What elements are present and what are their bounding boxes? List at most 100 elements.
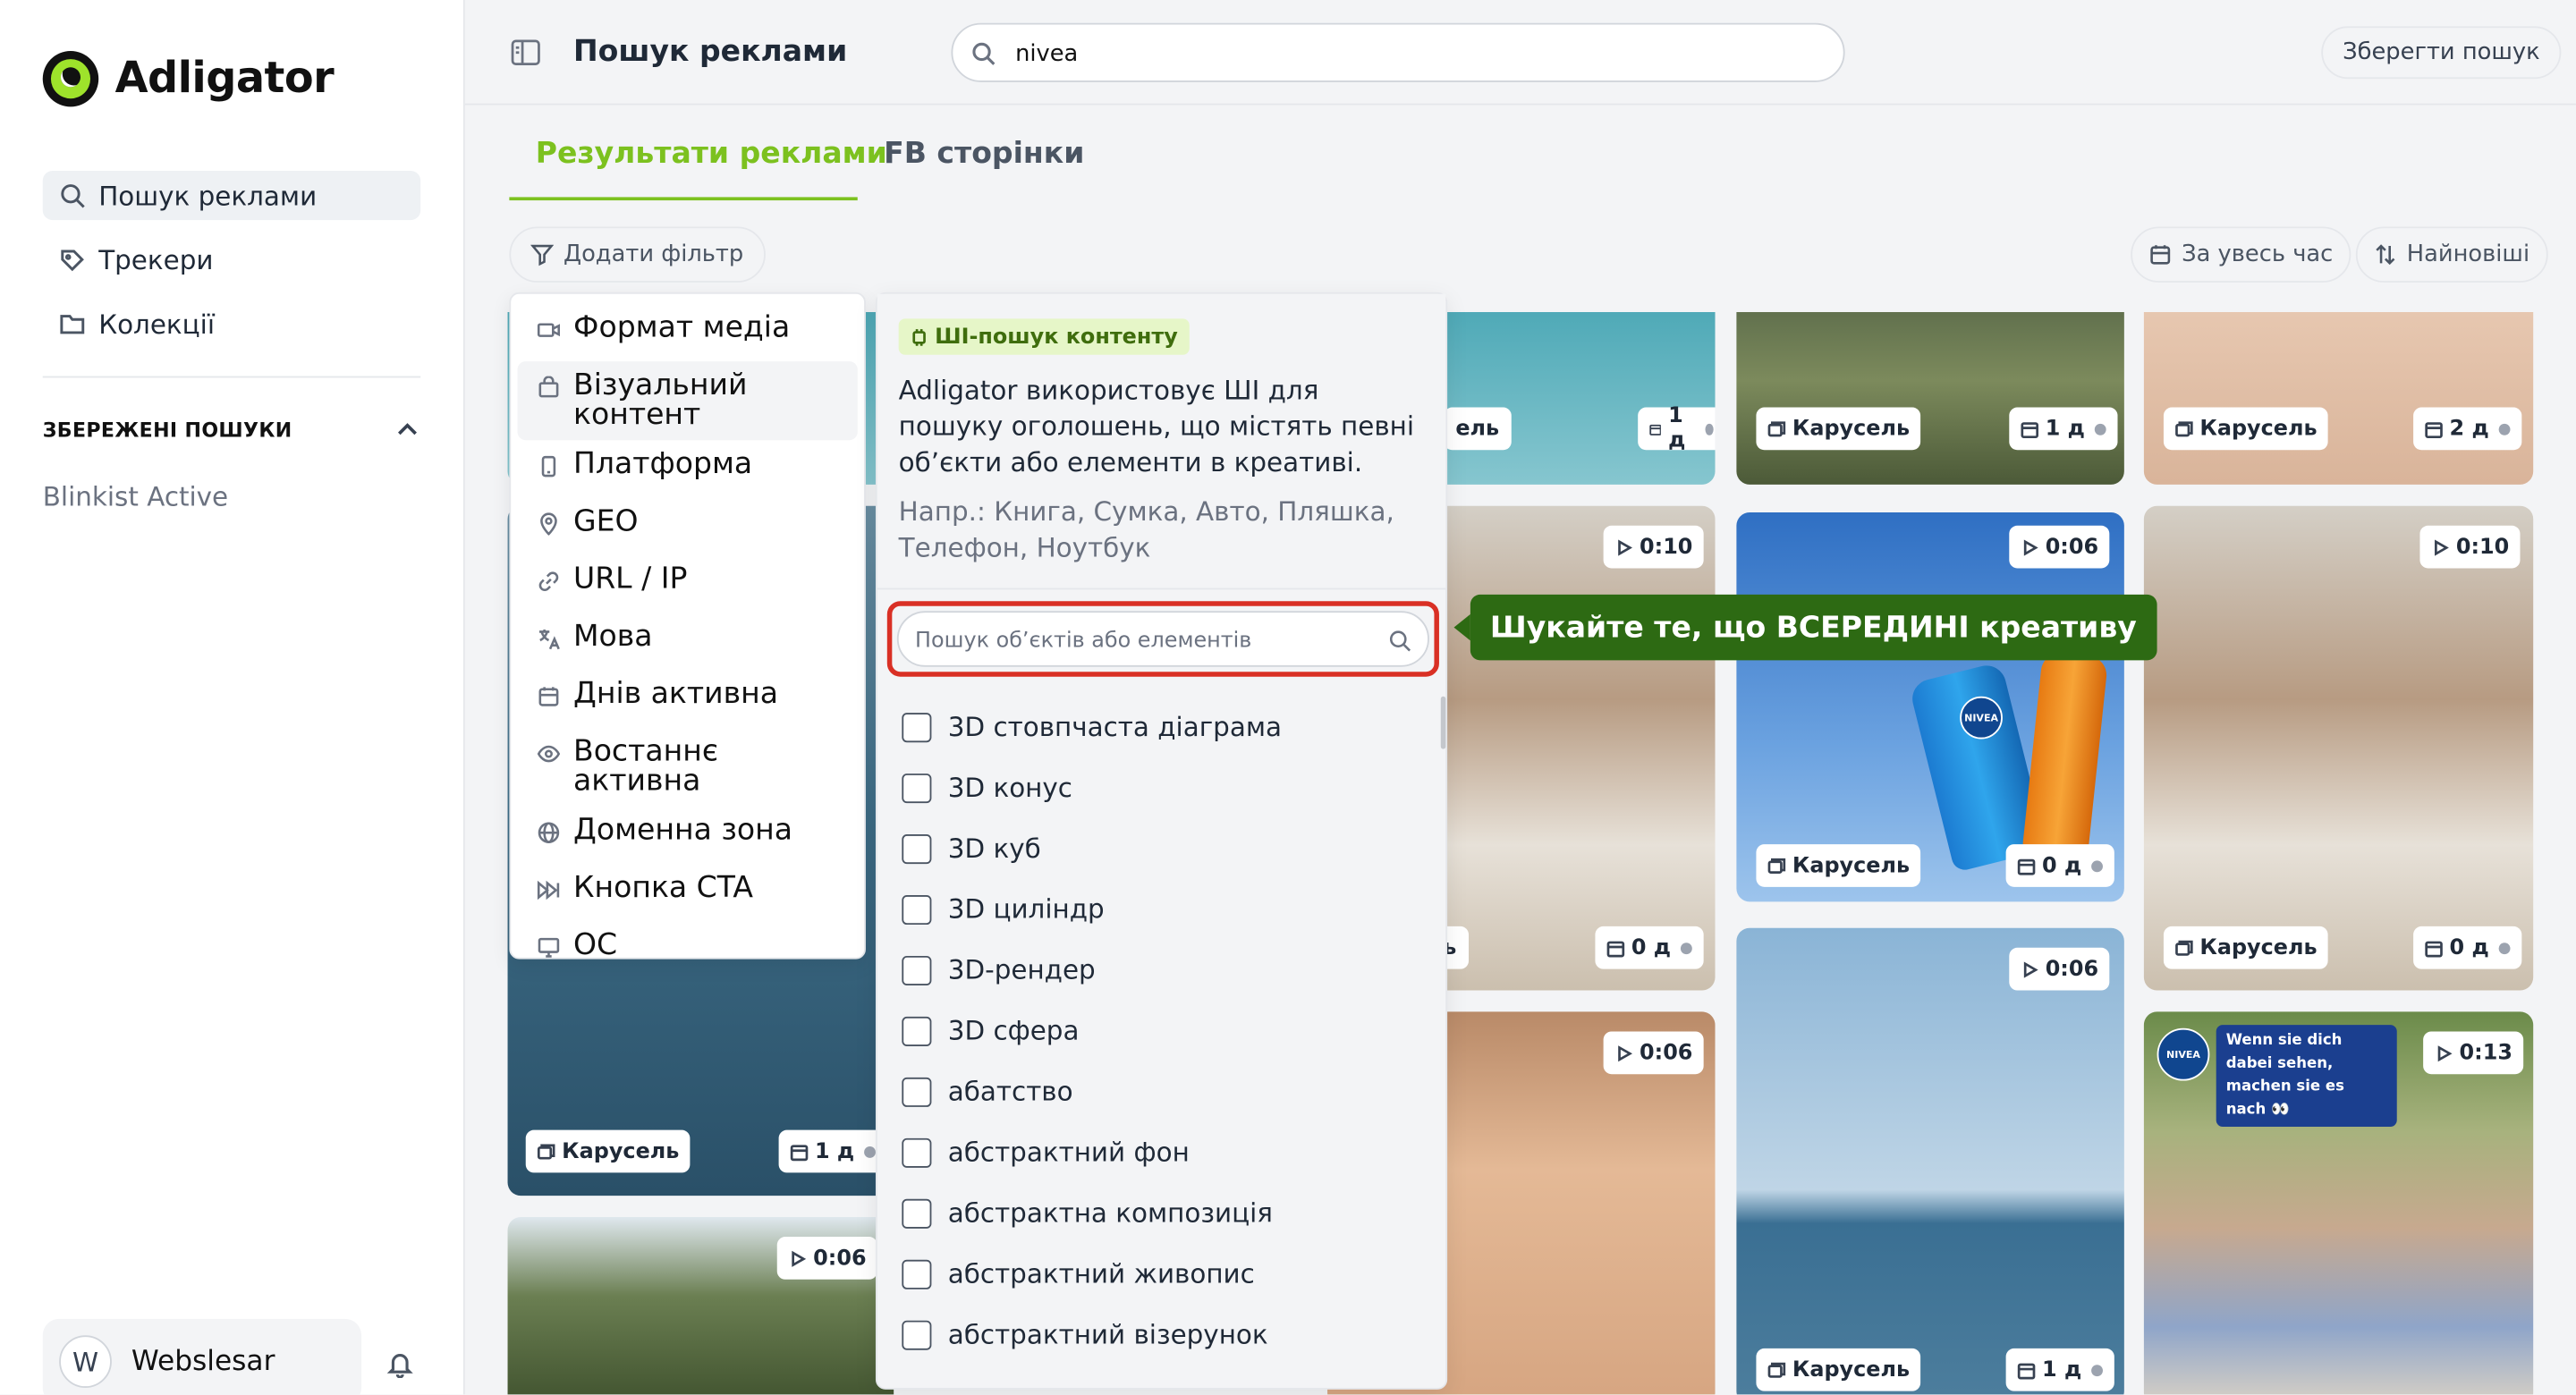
- sidebar-toggle-icon[interactable]: [511, 39, 540, 66]
- object-checkbox[interactable]: [902, 1137, 932, 1167]
- filter-option-domain-zone[interactable]: Доменна зона: [518, 807, 858, 864]
- object-label: 3D конус: [947, 772, 1072, 804]
- ad-card[interactable]: 0:06 Карусель 1 д: [1736, 927, 2124, 1395]
- media-type-label: Карусель: [1792, 1357, 1911, 1382]
- play-icon: [2437, 1044, 2453, 1061]
- object-checkbox[interactable]: [902, 1258, 932, 1289]
- filter-option-cta-button[interactable]: Кнопка CTA: [518, 864, 858, 921]
- filter-option-geo[interactable]: GEO: [518, 498, 858, 555]
- filter-option-label: GEO: [573, 503, 639, 539]
- object-checkbox[interactable]: [902, 712, 932, 742]
- video-duration-badge: 0:10: [1603, 525, 1705, 569]
- folder-icon: [60, 315, 85, 334]
- object-label: 3D сфера: [947, 1015, 1080, 1046]
- object-checkbox[interactable]: [902, 1076, 932, 1107]
- app-root: Adligator Пошук реклами Трекери Колекції…: [0, 0, 2576, 1395]
- object-option[interactable]: 3D куб: [877, 818, 1445, 879]
- sidebar-item-ad-search[interactable]: Пошук реклами: [42, 171, 421, 221]
- object-checkbox[interactable]: [902, 894, 932, 925]
- object-list-scrollbar[interactable]: [1440, 696, 1446, 749]
- filter-option-last-active[interactable]: Востаннє активна: [518, 728, 858, 807]
- user-name: Webslesar: [131, 1345, 275, 1378]
- ad-card[interactable]: 0:06: [507, 1216, 894, 1395]
- ad-card[interactable]: NIVEA 0:06 Карусель 0 д: [1736, 512, 2124, 902]
- nivea-sun-logo: NIVEA: [2157, 1027, 2210, 1081]
- object-option[interactable]: абстрактна композиція: [877, 1182, 1445, 1243]
- tag-icon: [61, 249, 84, 272]
- add-filter-button[interactable]: Додати фільтр: [509, 226, 766, 283]
- search-input[interactable]: [1015, 34, 1821, 74]
- logo-text: Adligator: [114, 54, 335, 104]
- carousel-icon: [2175, 420, 2193, 436]
- filter-option-url-ip[interactable]: URL / IP: [518, 555, 858, 613]
- sort-button[interactable]: Найновіші: [2355, 226, 2548, 283]
- calendar-icon: [790, 1144, 809, 1161]
- object-checkbox[interactable]: [902, 1197, 932, 1228]
- object-option[interactable]: абстрактний фон: [877, 1121, 1445, 1182]
- ad-card[interactable]: NIVEA Wenn sie dich dabei sehen, machen …: [2143, 1011, 2534, 1395]
- monitor-icon: [538, 937, 560, 958]
- object-option[interactable]: абстрактний живопис: [877, 1243, 1445, 1304]
- nivea-logo: NIVEA: [1960, 696, 2003, 740]
- calendar-icon: [1649, 423, 1662, 435]
- ad-card[interactable]: 0:10 Карусель 0 д: [2143, 505, 2534, 991]
- carousel-icon: [1767, 858, 1786, 874]
- object-option[interactable]: 3D конус: [877, 757, 1445, 818]
- active-tab-indicator: [509, 197, 858, 201]
- ad-card[interactable]: Карусель 1 д: [1736, 311, 2124, 485]
- filter-option-media-format[interactable]: Формат медіа: [518, 304, 858, 361]
- save-search-button[interactable]: Зберегти пошук: [2321, 26, 2562, 80]
- period-button[interactable]: За увесь час: [2131, 226, 2351, 283]
- saved-searches-header[interactable]: ЗБЕРЕЖЕНІ ПОШУКИ: [43, 418, 420, 444]
- object-option[interactable]: абстрактний візерунок: [877, 1304, 1445, 1365]
- user-menu[interactable]: W Webslesar: [42, 1318, 362, 1395]
- status-dot: [2498, 422, 2511, 435]
- filter-option-label: Формат медіа: [573, 310, 791, 345]
- tab-ad-results[interactable]: Результати реклами: [536, 136, 887, 171]
- translate-icon: [539, 630, 560, 650]
- object-checkbox[interactable]: [902, 955, 932, 985]
- media-type-badge: Карусель: [525, 1129, 691, 1173]
- filter-option-visual-content[interactable]: Візуальний контент: [517, 361, 858, 441]
- saved-search-item[interactable]: Blinkist Active: [43, 481, 228, 512]
- sort-icon: [2376, 244, 2395, 266]
- ad-search-box[interactable]: [951, 22, 1845, 82]
- calendar-icon: [1606, 940, 1625, 957]
- video-duration: 0:06: [1640, 1040, 1693, 1066]
- ai-panel-header: ШІ-пошук контенту Adligator використовує…: [877, 293, 1446, 590]
- media-type-badge: Карусель: [1756, 844, 1921, 887]
- filter-option-platform[interactable]: Платформа: [518, 440, 858, 497]
- bell-icon[interactable]: [386, 1350, 414, 1378]
- filter-option-label: Візуальний контент: [573, 368, 748, 433]
- object-option[interactable]: 3D стовпчаста діаграма: [877, 697, 1445, 757]
- object-label: абстрактна композиція: [947, 1196, 1273, 1229]
- object-option[interactable]: 3D циліндр: [877, 879, 1445, 940]
- sidebar-item-collections[interactable]: Колекції: [43, 299, 420, 348]
- play-icon: [792, 1249, 807, 1266]
- ad-card[interactable]: Карусель 2 д: [2143, 311, 2534, 485]
- play-icon: [1618, 1044, 1633, 1061]
- media-type-label: Карусель: [1792, 416, 1911, 442]
- chevron-up-icon[interactable]: [394, 418, 420, 444]
- object-option[interactable]: 3D сфера: [877, 1001, 1445, 1061]
- calendar-icon: [2425, 940, 2443, 957]
- video-duration-badge: 0:13: [2423, 1031, 2524, 1075]
- tab-fb-pages[interactable]: FB сторінки: [884, 136, 1084, 171]
- object-checkbox[interactable]: [902, 773, 932, 803]
- object-search-input[interactable]: [915, 623, 1376, 657]
- days-active-value: 0 д: [1631, 935, 1672, 960]
- sidebar-item-trackers[interactable]: Трекери: [43, 235, 420, 284]
- object-checkbox[interactable]: [902, 1015, 932, 1046]
- carousel-icon: [1767, 420, 1786, 436]
- filter-option-language[interactable]: Мова: [518, 613, 858, 670]
- object-search-box[interactable]: [896, 611, 1429, 667]
- filter-option-os[interactable]: ОС: [518, 921, 858, 978]
- status-dot: [2091, 859, 2104, 872]
- object-checkbox[interactable]: [902, 1319, 932, 1349]
- days-active-value: 0 д: [2042, 853, 2082, 878]
- object-option[interactable]: абатство: [877, 1061, 1445, 1122]
- object-option[interactable]: 3D-рендер: [877, 940, 1445, 1001]
- logo[interactable]: Adligator: [42, 50, 335, 107]
- filter-option-days-active[interactable]: Днів активна: [518, 670, 858, 727]
- object-checkbox[interactable]: [902, 833, 932, 864]
